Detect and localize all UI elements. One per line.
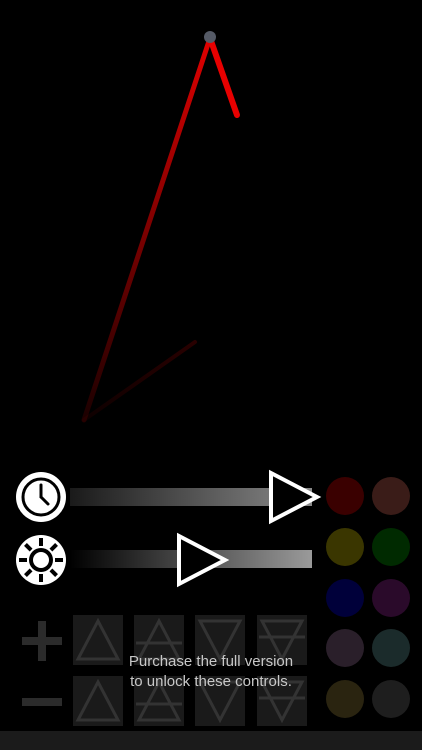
clock-icon[interactable] — [16, 472, 66, 522]
purchase-message-line2: to unlock these controls. — [130, 673, 292, 690]
color-swatch[interactable] — [326, 579, 364, 617]
gear-icon[interactable] — [16, 535, 66, 585]
color-swatch[interactable] — [372, 528, 410, 566]
pivot-point — [204, 31, 216, 43]
purchase-message-line1: Purchase the full version — [128, 653, 294, 670]
color-swatch[interactable] — [326, 477, 364, 515]
pendulum-canvas[interactable] — [0, 0, 422, 460]
pendulum-arm-trail — [81, 35, 213, 423]
bottom-bar — [0, 731, 422, 750]
color-swatch[interactable] — [326, 528, 364, 566]
brightness-slider-thumb[interactable] — [175, 532, 231, 588]
trail-segment-faint — [82, 340, 197, 422]
color-swatch[interactable] — [372, 579, 410, 617]
speed-slider-thumb[interactable] — [267, 469, 323, 525]
color-swatch[interactable] — [372, 477, 410, 515]
purchase-message: Purchase the full version to unlock thes… — [0, 652, 422, 692]
pendulum-arm — [207, 35, 240, 118]
